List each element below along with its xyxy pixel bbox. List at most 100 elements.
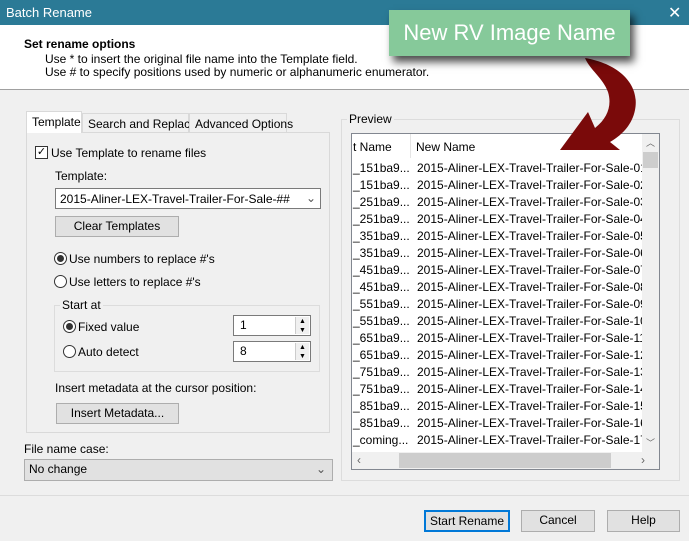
annotation-label: New RV Image Name	[389, 10, 630, 56]
new-name-cell: 2015-Aliner-LEX-Travel-Trailer-For-Sale-…	[417, 178, 660, 192]
old-name-cell: _851ba9...	[353, 399, 410, 413]
list-item[interactable]: _451ba9... 2015-Aliner-LEX-Travel-Trailer…	[352, 278, 659, 295]
column-divider[interactable]	[410, 134, 411, 158]
new-name-cell: 2015-Aliner-LEX-Travel-Trailer-For-Sale-…	[417, 212, 660, 226]
new-name-cell: 2015-Aliner-LEX-Travel-Trailer-For-Sale-…	[417, 433, 660, 447]
auto-detect-radio[interactable]	[63, 345, 76, 358]
list-item[interactable]: _251ba9... 2015-Aliner-LEX-Travel-Trailer…	[352, 210, 659, 227]
header-hint-1: Use * to insert the original file name i…	[45, 52, 358, 66]
column-header-new-name[interactable]: New Name	[416, 140, 475, 154]
auto-detect-spinner[interactable]: 8 ▲ ▼	[233, 341, 311, 362]
scroll-right-icon[interactable]: ›	[641, 453, 645, 467]
metadata-label: Insert metadata at the cursor position:	[55, 381, 257, 395]
preview-label: Preview	[347, 112, 394, 126]
use-letters-radio[interactable]	[54, 275, 67, 288]
old-name-cell: _351ba9...	[353, 246, 410, 260]
new-name-cell: 2015-Aliner-LEX-Travel-Trailer-For-Sale-…	[417, 161, 660, 175]
use-numbers-label: Use numbers to replace #'s	[69, 252, 215, 266]
old-name-cell: _551ba9...	[353, 314, 410, 328]
new-name-cell: 2015-Aliner-LEX-Travel-Trailer-For-Sale-…	[417, 263, 660, 277]
template-label: Template:	[55, 169, 108, 183]
new-name-cell: 2015-Aliner-LEX-Travel-Trailer-For-Sale-…	[417, 365, 660, 379]
horizontal-scroll-thumb[interactable]	[399, 453, 611, 468]
old-name-cell: _151ba9...	[353, 178, 410, 192]
old-name-cell: _151ba9...	[353, 161, 410, 175]
new-name-cell: 2015-Aliner-LEX-Travel-Trailer-For-Sale-…	[417, 280, 660, 294]
vertical-scrollbar[interactable]: ︿ ﹀	[642, 134, 659, 452]
list-item[interactable]: _251ba9... 2015-Aliner-LEX-Travel-Trailer…	[352, 193, 659, 210]
use-template-checkbox[interactable]: ✓	[35, 146, 48, 159]
list-item[interactable]: _651ba9... 2015-Aliner-LEX-Travel-Trailer…	[352, 346, 659, 363]
close-icon[interactable]: ✕	[668, 3, 681, 23]
preview-list[interactable]: t Name New Name _151ba9... 2015-Aliner-LE…	[351, 133, 660, 470]
list-item[interactable]: _351ba9... 2015-Aliner-LEX-Travel-Trailer…	[352, 227, 659, 244]
clear-templates-button[interactable]: Clear Templates	[55, 216, 179, 237]
list-item[interactable]: _751ba9... 2015-Aliner-LEX-Travel-Trailer…	[352, 363, 659, 380]
list-item[interactable]: _451ba9... 2015-Aliner-LEX-Travel-Trailer…	[352, 261, 659, 278]
file-case-label: File name case:	[24, 442, 109, 456]
scroll-left-icon[interactable]: ‹	[357, 453, 361, 467]
arrow-shape	[560, 58, 636, 150]
new-name-cell: 2015-Aliner-LEX-Travel-Trailer-For-Sale-…	[417, 348, 660, 362]
old-name-cell: _451ba9...	[353, 263, 410, 277]
chevron-down-icon: ⌄	[305, 191, 316, 205]
new-name-cell: 2015-Aliner-LEX-Travel-Trailer-For-Sale-…	[417, 195, 660, 209]
list-item[interactable]: _751ba9... 2015-Aliner-LEX-Travel-Trailer…	[352, 380, 659, 397]
old-name-cell: _651ba9...	[353, 348, 410, 362]
header-hint-2: Use # to specify positions used by numer…	[45, 65, 430, 79]
template-combo[interactable]: 2015-Aliner-LEX-Travel-Trailer-For-Sale-…	[55, 188, 321, 209]
old-name-cell: _251ba9...	[353, 195, 410, 209]
start-rename-button[interactable]: Start Rename	[424, 510, 510, 532]
fixed-value-spinner[interactable]: 1 ▲ ▼	[233, 315, 311, 336]
fixed-value-label: Fixed value	[78, 320, 140, 334]
file-case-value: No change	[29, 462, 88, 476]
list-item[interactable]: _351ba9... 2015-Aliner-LEX-Travel-Trailer…	[352, 244, 659, 261]
list-item[interactable]: _151ba9... 2015-Aliner-LEX-Travel-Trailer…	[352, 176, 659, 193]
old-name-cell: _251ba9...	[353, 212, 410, 226]
tab-search-replace[interactable]: Search and Replace	[82, 113, 197, 133]
new-name-cell: 2015-Aliner-LEX-Travel-Trailer-For-Sale-…	[417, 314, 660, 328]
old-name-cell: _751ba9...	[353, 382, 410, 396]
new-name-cell: 2015-Aliner-LEX-Travel-Trailer-For-Sale-…	[417, 331, 660, 345]
insert-metadata-button[interactable]: Insert Metadata...	[56, 403, 179, 424]
old-name-cell: _551ba9...	[353, 297, 410, 311]
new-name-cell: 2015-Aliner-LEX-Travel-Trailer-For-Sale-…	[417, 246, 660, 260]
new-name-cell: 2015-Aliner-LEX-Travel-Trailer-For-Sale-…	[417, 229, 660, 243]
old-name-cell: _751ba9...	[353, 365, 410, 379]
window-title: Batch Rename	[6, 5, 92, 20]
cancel-button[interactable]: Cancel	[521, 510, 595, 532]
list-item[interactable]: _851ba9... 2015-Aliner-LEX-Travel-Trailer…	[352, 414, 659, 431]
start-at-label: Start at	[60, 298, 103, 312]
list-item[interactable]: _651ba9... 2015-Aliner-LEX-Travel-Trailer…	[352, 329, 659, 346]
fixed-value-radio[interactable]	[63, 320, 76, 333]
list-item[interactable]: _151ba9... 2015-Aliner-LEX-Travel-Trailer…	[352, 159, 659, 176]
list-item[interactable]: _coming... 2015-Aliner-LEX-Travel-Trailer…	[352, 431, 659, 448]
help-button[interactable]: Help	[607, 510, 680, 532]
new-name-cell: 2015-Aliner-LEX-Travel-Trailer-For-Sale-…	[417, 416, 660, 430]
old-name-cell: _451ba9...	[353, 280, 410, 294]
spinner-arrows-icon[interactable]: ▲ ▼	[295, 343, 309, 360]
column-header-old-name[interactable]: t Name	[353, 140, 392, 154]
horizontal-scrollbar[interactable]: ‹ ›	[352, 452, 659, 469]
spinner-arrows-icon[interactable]: ▲ ▼	[295, 317, 309, 334]
auto-detect-text: 8	[240, 344, 247, 358]
file-case-select[interactable]: No change ⌄	[24, 459, 333, 481]
tab-template[interactable]: Template	[26, 111, 82, 133]
header-title: Set rename options	[24, 37, 136, 51]
use-numbers-radio[interactable]	[54, 252, 67, 265]
annotation-arrow-icon	[560, 58, 636, 150]
new-name-cell: 2015-Aliner-LEX-Travel-Trailer-For-Sale-…	[417, 399, 660, 413]
template-value: 2015-Aliner-LEX-Travel-Trailer-For-Sale-…	[60, 192, 290, 206]
old-name-cell: _coming...	[353, 433, 409, 447]
old-name-cell: _851ba9...	[353, 416, 410, 430]
auto-detect-label: Auto detect	[78, 345, 139, 359]
chevron-down-icon: ⌄	[315, 462, 326, 476]
list-item[interactable]: _551ba9... 2015-Aliner-LEX-Travel-Trailer…	[352, 312, 659, 329]
fixed-value-text: 1	[240, 318, 247, 332]
list-item[interactable]: _851ba9... 2015-Aliner-LEX-Travel-Trailer…	[352, 397, 659, 414]
new-name-cell: 2015-Aliner-LEX-Travel-Trailer-For-Sale-…	[417, 382, 660, 396]
tab-advanced-options[interactable]: Advanced Options	[189, 113, 293, 133]
scroll-down-icon[interactable]: ﹀	[642, 436, 659, 449]
list-item[interactable]: _551ba9... 2015-Aliner-LEX-Travel-Trailer…	[352, 295, 659, 312]
new-name-cell: 2015-Aliner-LEX-Travel-Trailer-For-Sale-…	[417, 297, 660, 311]
